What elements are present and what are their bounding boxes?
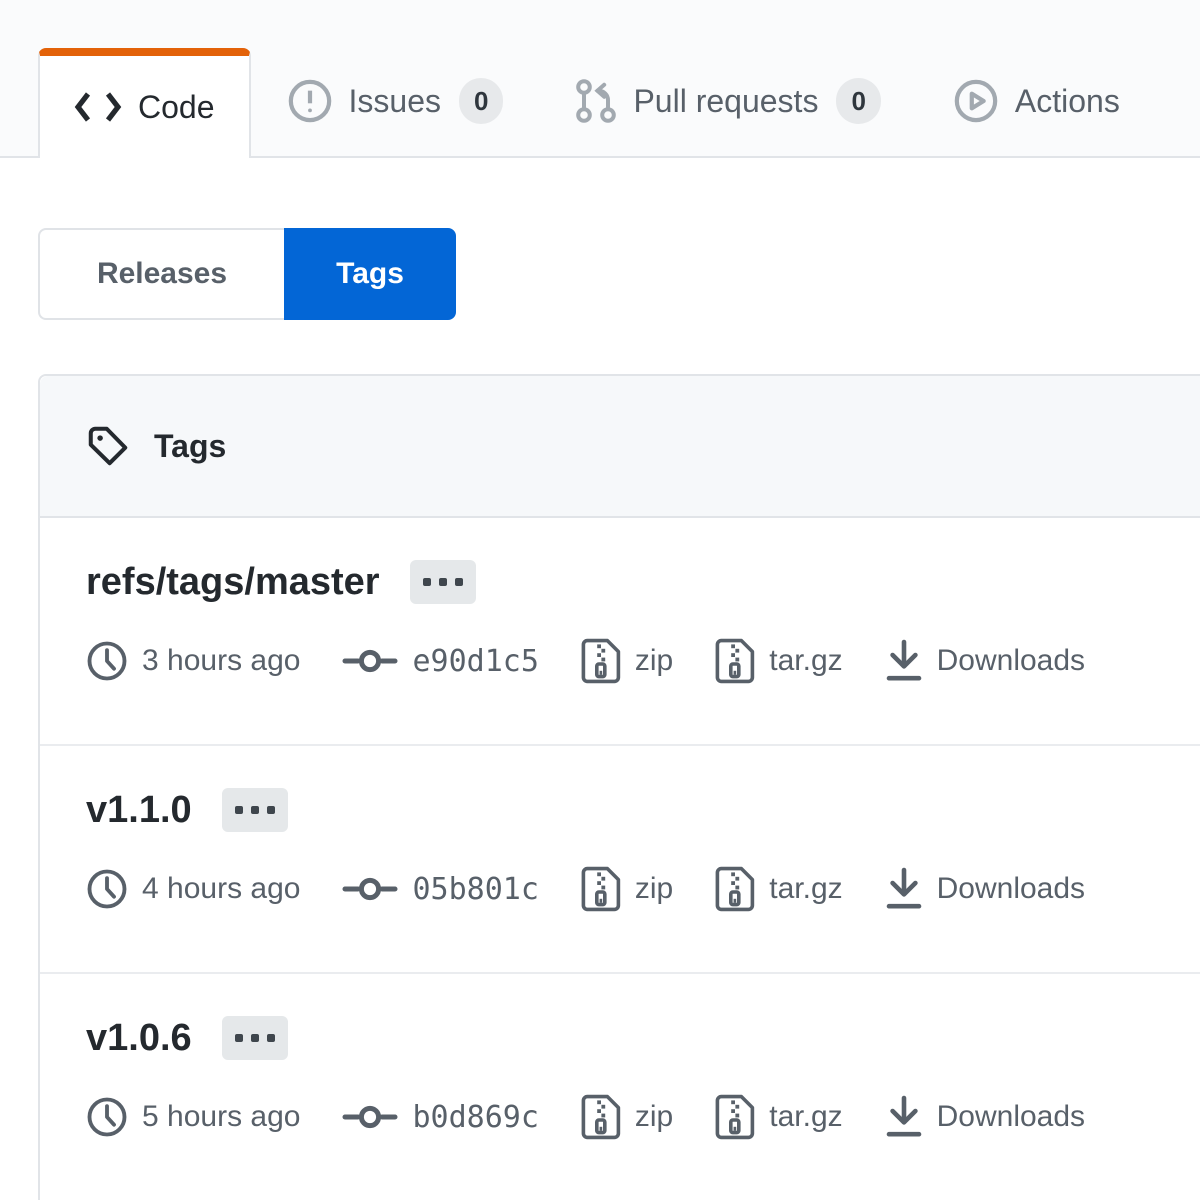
tag-age-label: 3 hours ago <box>142 644 300 678</box>
tags-panel-header: Tags <box>40 376 1200 518</box>
commit-link[interactable]: e90d1c5 <box>342 644 538 679</box>
tab-pull-requests[interactable]: Pull requests 0 <box>539 46 916 156</box>
file-zip-icon <box>581 866 621 912</box>
tag-age: 5 hours ago <box>86 1096 300 1138</box>
pull-requests-count-badge: 0 <box>836 78 880 124</box>
commit-sha: 05b801c <box>412 872 538 907</box>
git-commit-icon <box>342 1103 398 1131</box>
downloads-link[interactable]: Downloads <box>885 867 1085 911</box>
download-icon <box>885 639 923 683</box>
targz-label: tar.gz <box>769 644 842 678</box>
tag-message-expand-button[interactable] <box>222 788 288 832</box>
tag-row: refs/tags/master 3 hours ago e90d1c5 <box>40 518 1200 746</box>
file-zip-icon <box>581 1094 621 1140</box>
file-zip-icon <box>581 638 621 684</box>
tag-row: v1.0.6 5 hours ago b0d869c <box>40 974 1200 1200</box>
downloads-label: Downloads <box>937 644 1085 678</box>
tab-actions[interactable]: Actions <box>917 46 1156 156</box>
commit-link[interactable]: 05b801c <box>342 872 538 907</box>
zip-label: zip <box>635 1100 673 1134</box>
file-zip-icon <box>715 1094 755 1140</box>
zip-download-link[interactable]: zip <box>581 1094 673 1140</box>
downloads-label: Downloads <box>937 872 1085 906</box>
commit-sha: b0d869c <box>412 1100 538 1135</box>
downloads-link[interactable]: Downloads <box>885 639 1085 683</box>
clock-icon <box>86 1096 128 1138</box>
zip-label: zip <box>635 644 673 678</box>
play-circle-icon <box>953 78 999 124</box>
commit-sha: e90d1c5 <box>412 644 538 679</box>
zip-download-link[interactable]: zip <box>581 638 673 684</box>
tag-age-label: 4 hours ago <box>142 872 300 906</box>
tag-name-link[interactable]: v1.1.0 <box>86 789 192 832</box>
tags-panel-title: Tags <box>154 428 226 465</box>
tag-age-label: 5 hours ago <box>142 1100 300 1134</box>
targz-download-link[interactable]: tar.gz <box>715 1094 842 1140</box>
code-icon <box>74 90 122 124</box>
releases-tags-toggle: Releases Tags <box>38 228 456 320</box>
tag-icon <box>86 424 130 468</box>
file-zip-icon <box>715 866 755 912</box>
releases-button[interactable]: Releases <box>38 228 284 320</box>
tag-row: v1.1.0 4 hours ago 05b801c <box>40 746 1200 974</box>
kebab-horizontal-icon <box>423 578 463 586</box>
kebab-horizontal-icon <box>235 1034 275 1042</box>
targz-label: tar.gz <box>769 1100 842 1134</box>
tags-panel: Tags refs/tags/master 3 hours ago <box>38 374 1200 1200</box>
targz-download-link[interactable]: tar.gz <box>715 638 842 684</box>
commit-link[interactable]: b0d869c <box>342 1100 538 1135</box>
downloads-link[interactable]: Downloads <box>885 1095 1085 1139</box>
tag-message-expand-button[interactable] <box>222 1016 288 1060</box>
tab-code[interactable]: Code <box>38 48 251 158</box>
tags-button[interactable]: Tags <box>284 228 456 320</box>
issue-opened-icon <box>287 78 333 124</box>
zip-download-link[interactable]: zip <box>581 866 673 912</box>
file-zip-icon <box>715 638 755 684</box>
downloads-label: Downloads <box>937 1100 1085 1134</box>
tab-issues[interactable]: Issues 0 <box>251 46 540 156</box>
github-repo-tags-page: Code Issues 0 Pull requests 0 <box>0 0 1200 1200</box>
download-icon <box>885 1095 923 1139</box>
tag-age: 3 hours ago <box>86 640 300 682</box>
download-icon <box>885 867 923 911</box>
tab-pull-requests-label: Pull requests <box>633 83 818 120</box>
tag-message-expand-button[interactable] <box>410 560 476 604</box>
tab-code-label: Code <box>138 89 215 126</box>
tag-name-link[interactable]: refs/tags/master <box>86 561 380 604</box>
zip-label: zip <box>635 872 673 906</box>
repo-tab-bar: Code Issues 0 Pull requests 0 <box>0 0 1200 158</box>
issues-count-badge: 0 <box>459 78 503 124</box>
clock-icon <box>86 640 128 682</box>
targz-label: tar.gz <box>769 872 842 906</box>
targz-download-link[interactable]: tar.gz <box>715 866 842 912</box>
git-pull-request-icon <box>575 78 617 124</box>
tag-age: 4 hours ago <box>86 868 300 910</box>
git-commit-icon <box>342 875 398 903</box>
tab-issues-label: Issues <box>349 83 441 120</box>
clock-icon <box>86 868 128 910</box>
tab-actions-label: Actions <box>1015 83 1120 120</box>
kebab-horizontal-icon <box>235 806 275 814</box>
tag-name-link[interactable]: v1.0.6 <box>86 1017 192 1060</box>
git-commit-icon <box>342 647 398 675</box>
